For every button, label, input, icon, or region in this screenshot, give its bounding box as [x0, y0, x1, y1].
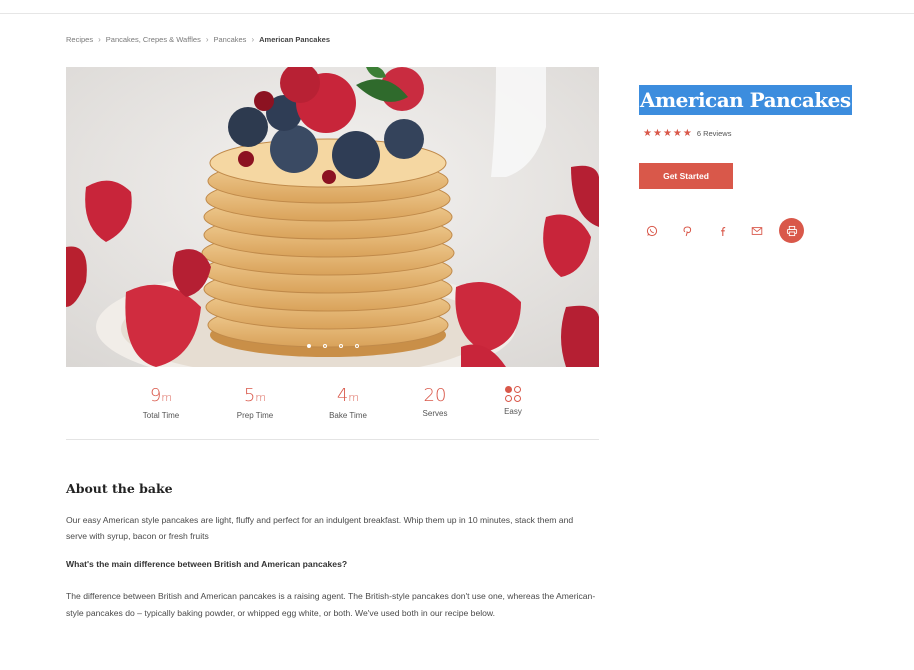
- about-question: What's the main difference between Briti…: [66, 559, 348, 569]
- stat-label: Easy: [504, 407, 522, 416]
- about-answer: The difference between British and Ameri…: [66, 591, 596, 618]
- share-bar: [639, 218, 804, 243]
- carousel-dot[interactable]: [338, 344, 343, 348]
- star-icon: ★: [652, 128, 662, 139]
- recipe-stats: 9m Total Time 5m Prep Time 4m Bake Time …: [66, 386, 599, 426]
- carousel-dot[interactable]: [306, 344, 311, 348]
- pancake-stack-photo: [66, 67, 599, 367]
- print-icon[interactable]: [779, 218, 804, 243]
- breadcrumb-pancakes-crepes-waffles[interactable]: Pancakes, Crepes & Waffles: [106, 35, 201, 44]
- facebook-icon[interactable]: [709, 218, 734, 243]
- stats-divider: [66, 439, 599, 440]
- star-icon: ★: [643, 128, 652, 139]
- stat-unit: m: [255, 391, 267, 404]
- stat-serves: 20 Serves: [400, 385, 470, 419]
- carousel-dots: [66, 344, 599, 348]
- breadcrumb-pancakes[interactable]: Pancakes: [214, 35, 247, 44]
- chevron-right-icon: ›: [251, 35, 255, 44]
- about-title: About the bake: [66, 481, 173, 496]
- header-divider: [0, 13, 914, 14]
- recipe-hero-image[interactable]: [66, 67, 599, 367]
- star-icon: ★: [682, 128, 692, 139]
- carousel-dot[interactable]: [322, 344, 327, 348]
- star-icon: ★: [672, 128, 682, 139]
- recipe-title: American Pancakes: [639, 85, 852, 115]
- pinterest-icon[interactable]: [674, 218, 699, 243]
- rating[interactable]: ★ ★ ★ ★ ★ 6 Reviews: [643, 128, 731, 139]
- stat-value: 20: [423, 385, 447, 406]
- difficulty-icon: [504, 386, 522, 404]
- stat-difficulty: Easy: [478, 386, 548, 416]
- stat-bake-time: 4m Bake Time: [313, 385, 383, 421]
- stat-unit: m: [348, 391, 360, 404]
- stat-label: Bake Time: [329, 411, 367, 420]
- stat-total-time: 9m Total Time: [126, 385, 196, 421]
- whatsapp-icon[interactable]: [639, 218, 664, 243]
- breadcrumb-recipes[interactable]: Recipes: [66, 35, 93, 44]
- stat-prep-time: 5m Prep Time: [220, 385, 290, 421]
- chevron-right-icon: ›: [205, 35, 209, 44]
- stat-unit: m: [161, 391, 173, 404]
- stat-value: 4: [336, 385, 349, 406]
- reviews-count[interactable]: 6 Reviews: [697, 129, 732, 138]
- get-started-button[interactable]: Get Started: [639, 163, 733, 189]
- breadcrumb: Recipes › Pancakes, Crepes & Waffles › P…: [66, 35, 330, 44]
- stat-value: 9: [149, 385, 162, 406]
- carousel-dot[interactable]: [354, 344, 359, 348]
- chevron-right-icon: ›: [98, 35, 101, 44]
- stat-label: Prep Time: [236, 411, 274, 420]
- about-intro: Our easy American style pancakes are lig…: [66, 515, 574, 541]
- breadcrumb-current: American Pancakes: [259, 35, 330, 44]
- stat-value: 5: [243, 385, 256, 406]
- star-icon: ★: [662, 128, 672, 139]
- stat-label: Serves: [422, 409, 448, 418]
- email-icon[interactable]: [744, 218, 769, 243]
- stat-label: Total Time: [142, 411, 180, 420]
